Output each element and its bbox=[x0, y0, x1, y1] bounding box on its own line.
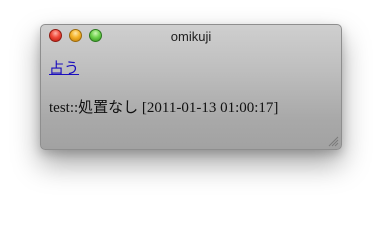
fortune-link[interactable]: 占う bbox=[49, 57, 79, 78]
window-title: omikuji bbox=[170, 29, 212, 44]
fortune-result-text: test::処置なし [2011-01-13 01:00:17] bbox=[49, 100, 279, 116]
resize-grip-icon[interactable] bbox=[327, 135, 339, 147]
title-bar[interactable]: omikuji bbox=[41, 25, 341, 47]
content-area: 占う test::処置なし [2011-01-13 01:00:17] bbox=[41, 47, 341, 149]
app-window: omikuji 占う test::処置なし [2011-01-13 01:00:… bbox=[40, 24, 342, 150]
